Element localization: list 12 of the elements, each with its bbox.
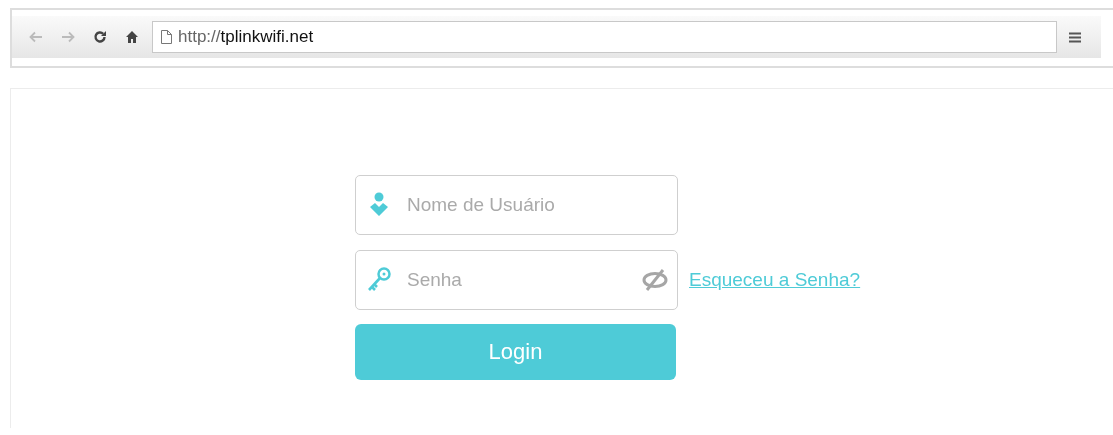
url-text: http://tplinkwifi.net xyxy=(178,27,314,47)
page-icon xyxy=(161,30,172,44)
password-field[interactable]: Senha xyxy=(355,250,678,310)
username-field[interactable]: Nome de Usuário xyxy=(355,175,678,235)
forward-arrow-icon xyxy=(61,31,75,43)
home-icon xyxy=(125,30,139,44)
address-bar[interactable]: http://tplinkwifi.net xyxy=(152,21,1057,53)
forgot-password-link[interactable]: Esqueceu a Senha? xyxy=(689,269,861,291)
back-arrow-icon xyxy=(29,31,43,43)
reload-icon xyxy=(93,30,107,44)
menu-icon xyxy=(1069,31,1081,43)
login-button[interactable]: Login xyxy=(355,324,676,380)
